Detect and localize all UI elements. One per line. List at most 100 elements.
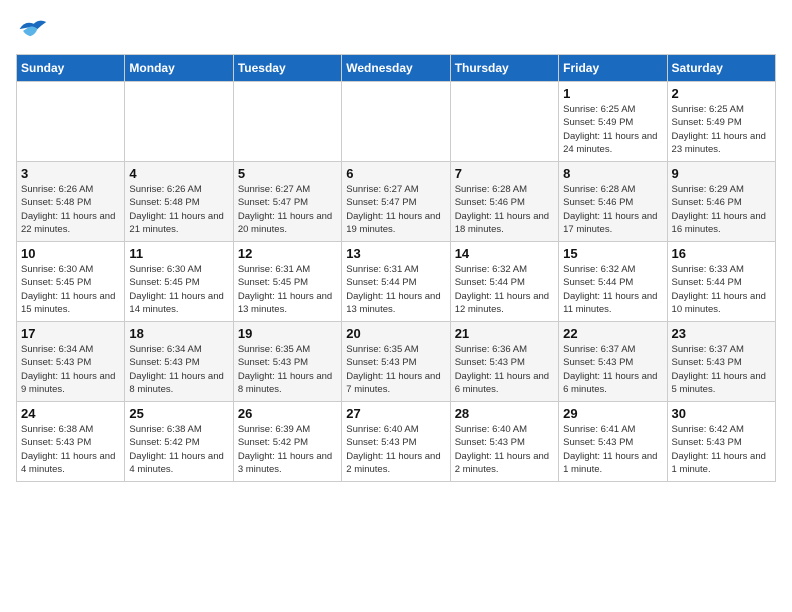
day-cell: 2 Sunrise: 6:25 AM Sunset: 5:49 PM Daylig… bbox=[667, 82, 775, 162]
day-number: 27 bbox=[346, 406, 445, 421]
day-cell bbox=[17, 82, 125, 162]
day-number: 5 bbox=[238, 166, 337, 181]
day-number: 21 bbox=[455, 326, 554, 341]
day-number: 20 bbox=[346, 326, 445, 341]
day-number: 22 bbox=[563, 326, 662, 341]
day-number: 14 bbox=[455, 246, 554, 261]
day-cell: 30 Sunrise: 6:42 AM Sunset: 5:43 PM Dayli… bbox=[667, 402, 775, 482]
day-info: Sunrise: 6:32 AM Sunset: 5:44 PM Dayligh… bbox=[455, 263, 554, 316]
day-cell: 14 Sunrise: 6:32 AM Sunset: 5:44 PM Dayli… bbox=[450, 242, 558, 322]
day-number: 2 bbox=[672, 86, 771, 101]
day-cell bbox=[233, 82, 341, 162]
day-number: 7 bbox=[455, 166, 554, 181]
day-info: Sunrise: 6:30 AM Sunset: 5:45 PM Dayligh… bbox=[21, 263, 120, 316]
day-cell: 13 Sunrise: 6:31 AM Sunset: 5:44 PM Dayli… bbox=[342, 242, 450, 322]
day-number: 18 bbox=[129, 326, 228, 341]
day-cell: 4 Sunrise: 6:26 AM Sunset: 5:48 PM Daylig… bbox=[125, 162, 233, 242]
header-row: Sunday Monday Tuesday Wednesday Thursday… bbox=[17, 55, 776, 82]
day-info: Sunrise: 6:26 AM Sunset: 5:48 PM Dayligh… bbox=[129, 183, 228, 236]
day-number: 4 bbox=[129, 166, 228, 181]
day-info: Sunrise: 6:38 AM Sunset: 5:43 PM Dayligh… bbox=[21, 423, 120, 476]
day-info: Sunrise: 6:41 AM Sunset: 5:43 PM Dayligh… bbox=[563, 423, 662, 476]
day-info: Sunrise: 6:40 AM Sunset: 5:43 PM Dayligh… bbox=[346, 423, 445, 476]
week-row-4: 17 Sunrise: 6:34 AM Sunset: 5:43 PM Dayli… bbox=[17, 322, 776, 402]
day-cell: 7 Sunrise: 6:28 AM Sunset: 5:46 PM Daylig… bbox=[450, 162, 558, 242]
header-saturday: Saturday bbox=[667, 55, 775, 82]
day-info: Sunrise: 6:35 AM Sunset: 5:43 PM Dayligh… bbox=[346, 343, 445, 396]
day-info: Sunrise: 6:34 AM Sunset: 5:43 PM Dayligh… bbox=[129, 343, 228, 396]
header-tuesday: Tuesday bbox=[233, 55, 341, 82]
day-info: Sunrise: 6:36 AM Sunset: 5:43 PM Dayligh… bbox=[455, 343, 554, 396]
day-info: Sunrise: 6:32 AM Sunset: 5:44 PM Dayligh… bbox=[563, 263, 662, 316]
header-friday: Friday bbox=[559, 55, 667, 82]
day-cell: 20 Sunrise: 6:35 AM Sunset: 5:43 PM Dayli… bbox=[342, 322, 450, 402]
day-info: Sunrise: 6:35 AM Sunset: 5:43 PM Dayligh… bbox=[238, 343, 337, 396]
day-number: 26 bbox=[238, 406, 337, 421]
day-cell: 19 Sunrise: 6:35 AM Sunset: 5:43 PM Dayli… bbox=[233, 322, 341, 402]
day-number: 10 bbox=[21, 246, 120, 261]
day-cell: 27 Sunrise: 6:40 AM Sunset: 5:43 PM Dayli… bbox=[342, 402, 450, 482]
day-cell: 26 Sunrise: 6:39 AM Sunset: 5:42 PM Dayli… bbox=[233, 402, 341, 482]
day-info: Sunrise: 6:30 AM Sunset: 5:45 PM Dayligh… bbox=[129, 263, 228, 316]
day-info: Sunrise: 6:31 AM Sunset: 5:45 PM Dayligh… bbox=[238, 263, 337, 316]
day-number: 8 bbox=[563, 166, 662, 181]
day-cell: 16Sunrise: 6:33 AM Sunset: 5:44 PM Dayli… bbox=[667, 242, 775, 322]
day-cell: 10 Sunrise: 6:30 AM Sunset: 5:45 PM Dayli… bbox=[17, 242, 125, 322]
day-number: 13 bbox=[346, 246, 445, 261]
day-info: Sunrise: 6:31 AM Sunset: 5:44 PM Dayligh… bbox=[346, 263, 445, 316]
day-cell: 9Sunrise: 6:29 AM Sunset: 5:46 PM Daylig… bbox=[667, 162, 775, 242]
logo-icon bbox=[16, 16, 48, 44]
day-cell bbox=[450, 82, 558, 162]
day-info: Sunrise: 6:34 AM Sunset: 5:43 PM Dayligh… bbox=[21, 343, 120, 396]
day-number: 17 bbox=[21, 326, 120, 341]
day-info: Sunrise: 6:40 AM Sunset: 5:43 PM Dayligh… bbox=[455, 423, 554, 476]
day-number: 3 bbox=[21, 166, 120, 181]
day-info: Sunrise: 6:27 AM Sunset: 5:47 PM Dayligh… bbox=[238, 183, 337, 236]
day-number: 25 bbox=[129, 406, 228, 421]
day-cell: 6Sunrise: 6:27 AM Sunset: 5:47 PM Daylig… bbox=[342, 162, 450, 242]
day-number: 1 bbox=[563, 86, 662, 101]
day-info: Sunrise: 6:42 AM Sunset: 5:43 PM Dayligh… bbox=[672, 423, 771, 476]
day-info: Sunrise: 6:26 AM Sunset: 5:48 PM Dayligh… bbox=[21, 183, 120, 236]
day-cell: 24 Sunrise: 6:38 AM Sunset: 5:43 PM Dayli… bbox=[17, 402, 125, 482]
day-info: Sunrise: 6:28 AM Sunset: 5:46 PM Dayligh… bbox=[455, 183, 554, 236]
header-thursday: Thursday bbox=[450, 55, 558, 82]
day-cell: 18 Sunrise: 6:34 AM Sunset: 5:43 PM Dayli… bbox=[125, 322, 233, 402]
day-cell: 3 Sunrise: 6:26 AM Sunset: 5:48 PM Daylig… bbox=[17, 162, 125, 242]
day-info: Sunrise: 6:38 AM Sunset: 5:42 PM Dayligh… bbox=[129, 423, 228, 476]
week-row-5: 24 Sunrise: 6:38 AM Sunset: 5:43 PM Dayli… bbox=[17, 402, 776, 482]
header-wednesday: Wednesday bbox=[342, 55, 450, 82]
day-number: 30 bbox=[672, 406, 771, 421]
day-cell: 11 Sunrise: 6:30 AM Sunset: 5:45 PM Dayli… bbox=[125, 242, 233, 322]
day-cell: 1 Sunrise: 6:25 AM Sunset: 5:49 PM Daylig… bbox=[559, 82, 667, 162]
day-number: 9 bbox=[672, 166, 771, 181]
day-info: Sunrise: 6:39 AM Sunset: 5:42 PM Dayligh… bbox=[238, 423, 337, 476]
day-number: 23 bbox=[672, 326, 771, 341]
day-cell: 29 Sunrise: 6:41 AM Sunset: 5:43 PM Dayli… bbox=[559, 402, 667, 482]
calendar-table: Sunday Monday Tuesday Wednesday Thursday… bbox=[16, 54, 776, 482]
day-number: 24 bbox=[21, 406, 120, 421]
day-cell: 17 Sunrise: 6:34 AM Sunset: 5:43 PM Dayli… bbox=[17, 322, 125, 402]
day-number: 29 bbox=[563, 406, 662, 421]
day-info: Sunrise: 6:25 AM Sunset: 5:49 PM Dayligh… bbox=[672, 103, 771, 156]
day-info: Sunrise: 6:28 AM Sunset: 5:46 PM Dayligh… bbox=[563, 183, 662, 236]
page-header bbox=[16, 16, 776, 44]
day-cell bbox=[125, 82, 233, 162]
header-monday: Monday bbox=[125, 55, 233, 82]
day-cell: 22 Sunrise: 6:37 AM Sunset: 5:43 PM Dayli… bbox=[559, 322, 667, 402]
day-cell: 25 Sunrise: 6:38 AM Sunset: 5:42 PM Dayli… bbox=[125, 402, 233, 482]
day-number: 12 bbox=[238, 246, 337, 261]
day-number: 19 bbox=[238, 326, 337, 341]
day-number: 6 bbox=[346, 166, 445, 181]
day-info: Sunrise: 6:25 AM Sunset: 5:49 PM Dayligh… bbox=[563, 103, 662, 156]
day-cell: 12 Sunrise: 6:31 AM Sunset: 5:45 PM Dayli… bbox=[233, 242, 341, 322]
day-info: Sunrise: 6:37 AM Sunset: 5:43 PM Dayligh… bbox=[563, 343, 662, 396]
day-cell: 21 Sunrise: 6:36 AM Sunset: 5:43 PM Dayli… bbox=[450, 322, 558, 402]
header-sunday: Sunday bbox=[17, 55, 125, 82]
day-cell: 8 Sunrise: 6:28 AM Sunset: 5:46 PM Daylig… bbox=[559, 162, 667, 242]
day-cell: 15Sunrise: 6:32 AM Sunset: 5:44 PM Dayli… bbox=[559, 242, 667, 322]
calendar-body: 1 Sunrise: 6:25 AM Sunset: 5:49 PM Daylig… bbox=[17, 82, 776, 482]
logo bbox=[16, 16, 52, 44]
day-number: 11 bbox=[129, 246, 228, 261]
day-cell: 5 Sunrise: 6:27 AM Sunset: 5:47 PM Daylig… bbox=[233, 162, 341, 242]
